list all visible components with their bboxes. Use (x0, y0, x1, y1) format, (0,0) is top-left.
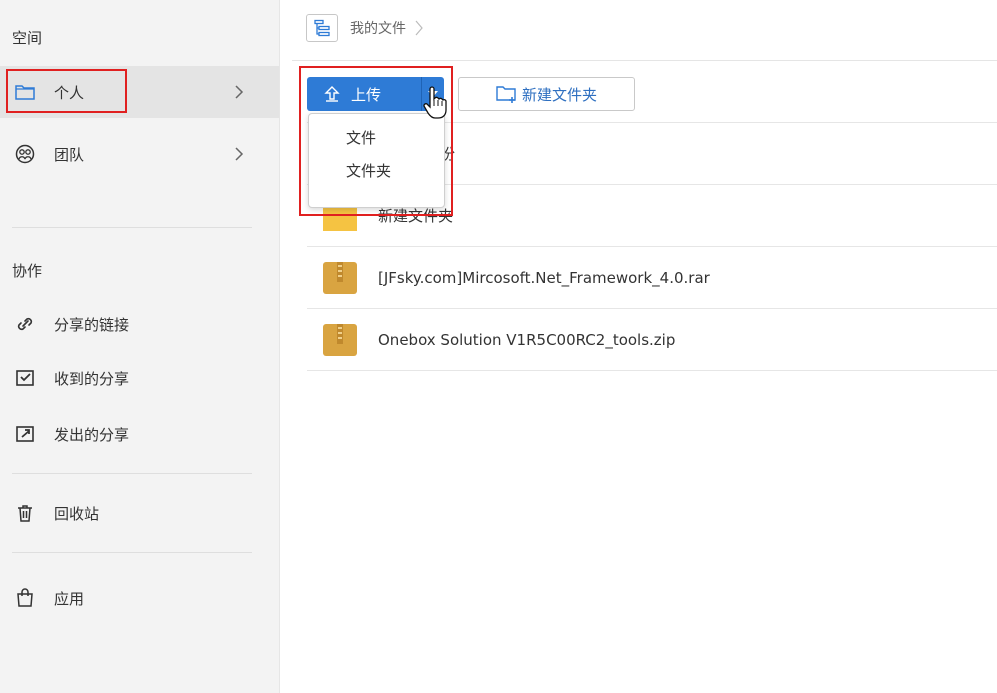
upload-main-button[interactable]: 上传 (307, 77, 421, 111)
sidebar-item-label: 收到的分享 (54, 369, 130, 388)
outbox-icon (14, 423, 36, 445)
folder-icon (14, 81, 36, 103)
upload-label: 上传 (351, 85, 382, 104)
divider (12, 473, 252, 474)
sidebar-item-label: 分享的链接 (54, 315, 130, 334)
hand-cursor-icon (423, 86, 447, 119)
sidebar-item-label: 团队 (54, 145, 85, 164)
sidebar: 空间 个人 团队 协作 分享的链接 收到的分享 发出的分享 回收站 应用 (0, 0, 280, 693)
sidebar-item-label: 个人 (54, 83, 85, 102)
new-folder-label: 新建文件夹 (521, 85, 597, 104)
team-icon (14, 143, 36, 165)
menu-item-folder[interactable]: 文件夹 (346, 160, 391, 181)
chevron-right-icon (415, 20, 423, 36)
shopping-bag-icon (14, 587, 36, 609)
archive-icon (323, 261, 357, 294)
upload-icon (324, 86, 340, 102)
new-folder-button[interactable]: 新建文件夹 (458, 77, 635, 111)
chevron-right-icon (235, 85, 244, 99)
tree-icon (314, 19, 330, 37)
sidebar-item-personal[interactable]: 个人 (0, 66, 279, 118)
file-name[interactable]: [JFsky.com]Mircosoft.Net_Framework_4.0.r… (378, 269, 710, 287)
trash-icon (14, 502, 36, 524)
upload-dropdown-menu: 文件 文件夹 (308, 113, 445, 208)
file-row[interactable]: Onebox Solution V1R5C00RC2_tools.zip (307, 309, 997, 371)
divider (12, 552, 252, 553)
sidebar-item-received-shares[interactable]: 收到的分享 (0, 352, 279, 404)
sidebar-item-shared-links[interactable]: 分享的链接 (0, 298, 279, 350)
link-icon (14, 313, 36, 335)
file-name[interactable]: Onebox Solution V1R5C00RC2_tools.zip (378, 331, 675, 349)
menu-item-file[interactable]: 文件 (346, 127, 376, 148)
sidebar-item-team[interactable]: 团队 (0, 128, 279, 180)
collab-heading: 协作 (12, 262, 43, 280)
sidebar-item-recycle-bin[interactable]: 回收站 (0, 487, 279, 539)
sidebar-item-label: 回收站 (54, 504, 100, 523)
file-row[interactable]: [JFsky.com]Mircosoft.Net_Framework_4.0.r… (307, 247, 997, 309)
inbox-icon (14, 367, 36, 389)
breadcrumb-item[interactable]: 我的文件 (350, 18, 406, 38)
space-heading: 空间 (12, 29, 43, 47)
sidebar-item-label: 发出的分享 (54, 425, 130, 444)
divider (12, 227, 252, 228)
archive-icon (323, 323, 357, 356)
new-folder-icon (496, 86, 516, 103)
sidebar-item-apps[interactable]: 应用 (0, 572, 279, 624)
tree-view-button[interactable] (306, 14, 338, 42)
sidebar-item-sent-shares[interactable]: 发出的分享 (0, 408, 279, 460)
file-name[interactable]: 新建文件夹 (378, 205, 453, 226)
sidebar-item-label: 应用 (54, 589, 85, 608)
divider (292, 60, 997, 61)
chevron-right-icon (235, 147, 244, 161)
breadcrumb: 我的文件 (292, 8, 997, 48)
